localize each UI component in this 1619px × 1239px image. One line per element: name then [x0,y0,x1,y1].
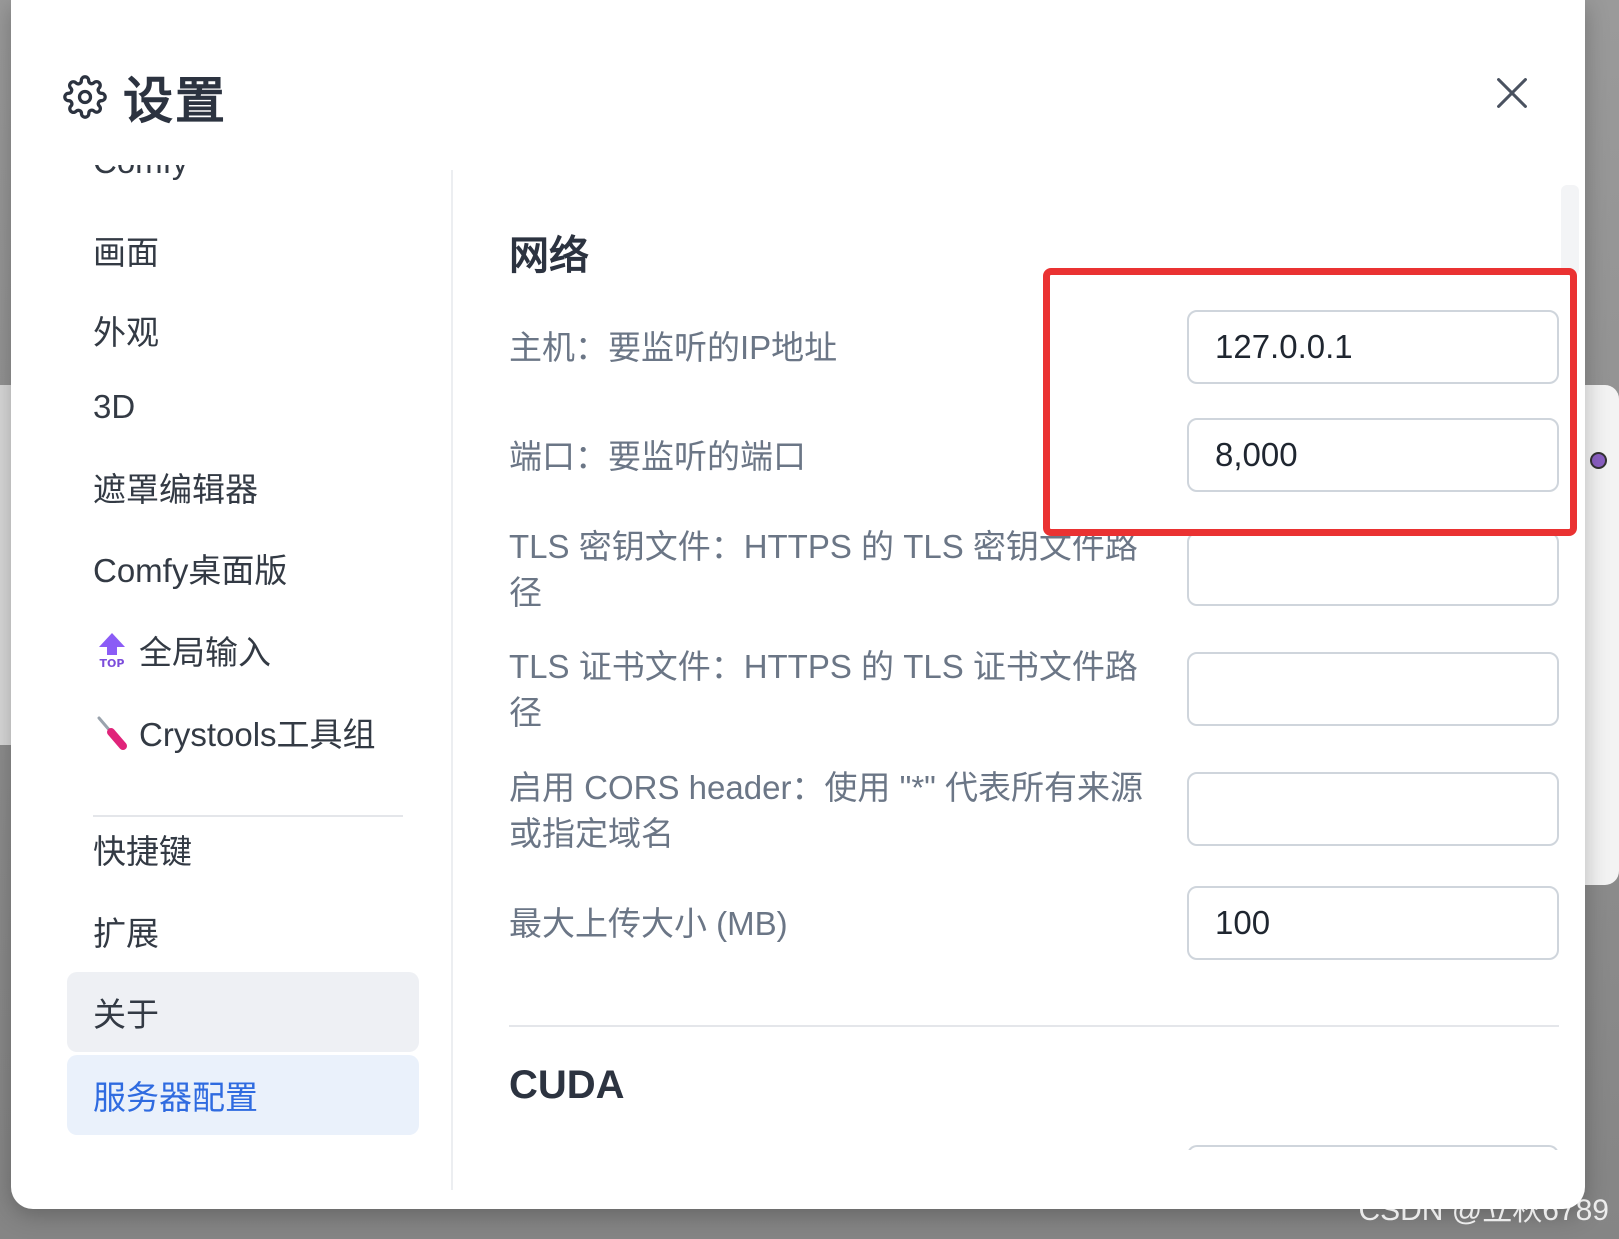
tls-cert-input[interactable] [1187,652,1559,726]
highlight-annotation-box [1043,268,1577,536]
sidebar-item-label: 外观 [93,314,159,351]
section-divider [509,1025,1559,1027]
tls-cert-label: TLS 证书文件：HTTPS 的 TLS 证书文件路径 [509,648,1138,731]
sidebar-item-global-input[interactable]: TOP 全局输入 [67,610,419,690]
tls-key-input[interactable] [1187,532,1559,606]
sidebar-item-label: 服务器配置 [93,1079,258,1116]
screwdriver-icon [93,713,131,751]
sidebar-item-appearance[interactable]: 外观 [67,290,419,370]
sidebar-item-comfy-desktop[interactable]: Comfy桌面版 [67,528,419,608]
background-node-dot [1590,452,1607,469]
panel-divider [451,170,453,1190]
sidebar-item-about[interactable]: 关于 [67,972,419,1052]
tls-key-label: TLS 密钥文件：HTTPS 的 TLS 密钥文件路径 [509,528,1138,611]
cors-input[interactable] [1187,772,1559,846]
sidebar-item-comfy-partial[interactable]: Comfy [93,165,188,181]
svg-text:TOP: TOP [100,657,125,669]
cuda-input-partial[interactable] [1187,1145,1559,1150]
sidebar-item-label: Comfy桌面版 [93,552,288,589]
top-arrow-icon: TOP [93,631,131,669]
watermark: CSDN @立秋6789 [1358,1194,1609,1227]
sidebar-item-keybinding[interactable]: 快捷键 [67,809,419,889]
sidebar-item-label: 全局输入 [139,634,271,671]
sidebar-item-label: Crystools工具组 [139,716,376,753]
sidebar-item-label: 扩展 [93,915,159,952]
sidebar-item-mask-editor[interactable]: 遮罩编辑器 [67,447,419,527]
max-upload-input[interactable] [1187,886,1559,960]
dialog-header: 设置 [63,62,227,132]
sidebar-item-label: 快捷键 [93,833,192,870]
sidebar-item-server-config[interactable]: 服务器配置 [67,1055,419,1135]
sidebar-item-3d[interactable]: 3D [67,367,419,447]
section-title-cuda: CUDA [509,1063,625,1107]
sidebar-item-crystools[interactable]: Crystools工具组 [67,692,419,772]
section-title-network: 网络 [509,234,589,278]
close-icon[interactable] [1489,70,1535,116]
settings-sidebar: Comfy 画面 外观 3D 遮罩编辑器 Comfy桌面版 TOP 全局输入 [55,165,425,1175]
sidebar-item-label: 画面 [93,234,159,271]
cors-label: 启用 CORS header：使用 "*" 代表所有来源或指定域名 [509,769,1144,852]
sidebar-item-label: 关于 [93,996,159,1033]
sidebar-item-label: 3D [93,388,136,425]
dialog-title: 设置 [123,73,227,129]
settings-dialog: 设置 Comfy 画面 外观 3D 遮罩编辑器 Comfy桌面版 TOP [11,0,1585,1209]
gear-icon [63,75,107,119]
sidebar-item-label: 遮罩编辑器 [93,471,258,508]
sidebar-item-canvas[interactable]: 画面 [67,210,419,290]
sidebar-item-extensions[interactable]: 扩展 [67,891,419,971]
max-upload-label: 最大上传大小 (MB) [509,905,788,942]
